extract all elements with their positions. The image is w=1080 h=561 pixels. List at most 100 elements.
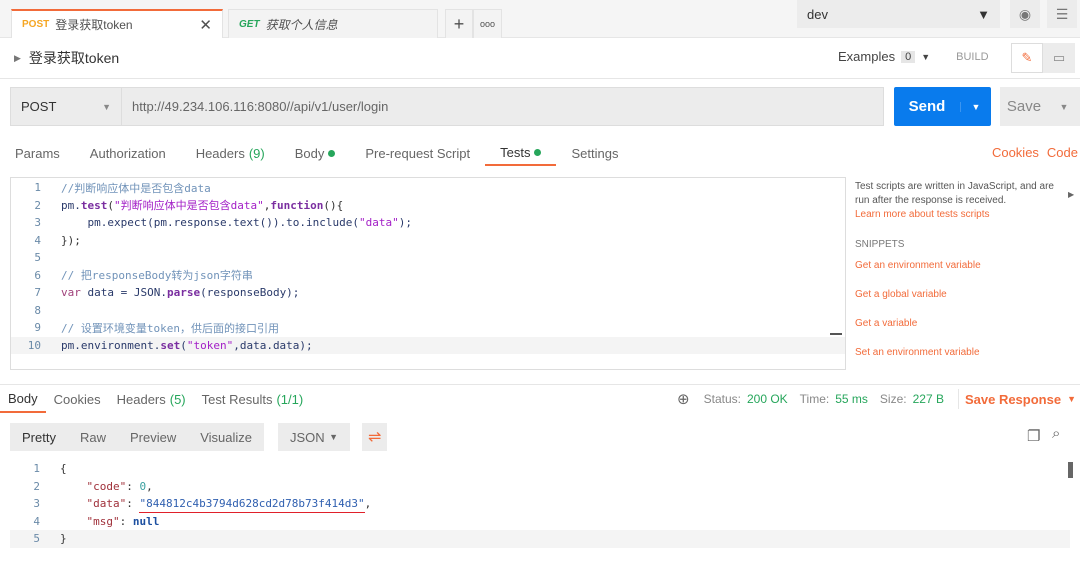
response-body[interactable]: 1{2 "code": 0, 3 "data": "844812c4b3794d6… [10, 460, 1070, 548]
caret-down-icon[interactable]: ▼ [921, 52, 930, 62]
size-value: 227 B [912, 392, 944, 406]
save-button[interactable]: Save ▼ [1000, 87, 1080, 126]
code-token: pm.expect(pm.response.text()).to.include… [61, 216, 360, 230]
line-number: 5 [34, 251, 41, 265]
code-line: 7 var data = JSON.parse(responseBody); [11, 284, 845, 302]
snippet-link[interactable]: Get a variable [855, 317, 1075, 331]
line-number: 9 [34, 321, 41, 335]
manage-environments-button[interactable]: ☰ [1047, 0, 1077, 28]
method-select[interactable]: POST ▼ [10, 87, 122, 126]
code-token: "token" [186, 338, 234, 352]
tab-headers[interactable]: Headers (9) [181, 140, 280, 166]
tests-script-editor[interactable]: 1//判断响应体中是否包含data 2 pm.test("判断响应体中是否包含dat… [10, 177, 846, 370]
learn-more-link[interactable]: Learn more about tests scripts [855, 208, 1075, 222]
cookies-link[interactable]: Cookies [992, 145, 1039, 160]
wrap-lines-button[interactable]: ⇌ [362, 423, 388, 451]
line-number: 4 [33, 514, 40, 528]
code-text: // 设置环境变量token，供后面的接口引用 [45, 320, 279, 336]
line-number: 6 [34, 268, 41, 282]
more-tabs-button[interactable]: ooo [473, 9, 502, 38]
code-line: 4 "msg": null [10, 513, 1070, 531]
code-line: 2 "code": 0, [10, 478, 1070, 496]
code-line: 9 // 设置环境变量token，供后面的接口引用 [11, 319, 845, 337]
line-number: 2 [33, 479, 40, 493]
response-tab-body[interactable]: Body [0, 385, 46, 413]
tab-profile[interactable]: GET 获取个人信息 [228, 9, 438, 38]
code-text: //判断响应体中是否包含data [45, 180, 211, 196]
tab-body[interactable]: Body [280, 140, 351, 166]
snippet-link[interactable]: Get an environment variable [855, 259, 1075, 273]
format-type-value: JSON [290, 429, 325, 445]
comments-button[interactable]: ▭ [1043, 43, 1075, 73]
code-text: pm.test("判断响应体中是否包含data",function(){ [45, 197, 343, 213]
code-token: "844812c4b3794d628cd2d78b73f414d3" [139, 497, 365, 514]
tab-label: Test Results [201, 391, 273, 407]
format-raw[interactable]: Raw [67, 423, 118, 451]
code-token: , [146, 479, 153, 493]
snippet-link[interactable]: Get a global variable [855, 288, 1075, 302]
wrap-icon: ⇌ [368, 429, 382, 446]
time-label: Time: [799, 392, 830, 406]
tab-authorization[interactable]: Authorization [75, 140, 181, 166]
code-line: 3 "data": "844812c4b3794d628cd2d78b73f41… [10, 495, 1070, 514]
snippet-link[interactable]: Set an environment variable [855, 346, 1075, 360]
caret-down-icon: ▼ [977, 6, 990, 22]
format-type-select[interactable]: JSON ▼ [278, 423, 350, 451]
tab-settings[interactable]: Settings [556, 140, 633, 166]
code-line: 2 pm.test("判断响应体中是否包含data",function(){ [11, 197, 845, 215]
code-token: ,data.data); [233, 338, 313, 352]
send-button[interactable]: Send ▼ [894, 87, 991, 126]
code-token: ( [180, 338, 187, 352]
code-token: , [364, 497, 372, 511]
url-input[interactable]: http://49.234.106.116:8080//api/v1/user/… [122, 87, 884, 126]
code-line: 1 //判断响应体中是否包含data [11, 179, 845, 197]
tab-pre-request-script[interactable]: Pre-request Script [350, 140, 485, 166]
format-visualize[interactable]: Visualize [188, 423, 265, 451]
response-tab-test-results[interactable]: Test Results (1/1) [194, 385, 312, 413]
code-token: test [80, 199, 108, 213]
code-token: (responseBody); [200, 286, 300, 300]
caret-down-icon[interactable]: ▼ [1067, 394, 1076, 404]
editor-scrollbar[interactable] [830, 333, 842, 335]
caret-down-icon[interactable]: ▼ [960, 101, 991, 112]
tab-tests[interactable]: Tests [485, 140, 557, 166]
code-text: // 把responseBody转为json字符串 [45, 267, 253, 283]
caret-down-icon[interactable]: ▼ [1048, 102, 1080, 112]
code-token: "msg" [60, 514, 120, 528]
status-value: 200 OK [746, 392, 788, 406]
code-token: "code" [60, 479, 127, 493]
line-number: 8 [34, 303, 41, 317]
response-tab-cookies[interactable]: Cookies [46, 385, 109, 413]
copy-icon[interactable]: ❐ [1027, 427, 1040, 445]
code-link[interactable]: Code [1047, 145, 1078, 160]
tab-label: Cookies [53, 391, 101, 407]
line-number: 4 [34, 233, 41, 247]
format-preview[interactable]: Preview [117, 423, 189, 451]
tab-login[interactable]: POST 登录获取token ✕ [11, 9, 223, 38]
code-token: parse [166, 286, 201, 300]
tab-count: (1/1) [276, 391, 304, 407]
search-icon[interactable]: ⌕ [1052, 425, 1060, 442]
response-scrollbar[interactable] [1068, 462, 1073, 478]
environment-select[interactable]: dev ▼ [797, 0, 1000, 28]
response-tab-headers[interactable]: Headers (5) [109, 385, 194, 413]
request-name[interactable]: ▶ 登录获取token [14, 48, 119, 68]
save-response-button[interactable]: Save Response [965, 392, 1061, 407]
code-text: "data": "844812c4b3794d628cd2d78b73f414d… [44, 497, 372, 514]
format-pretty[interactable]: Pretty [10, 423, 68, 451]
globe-icon[interactable]: ⊕ [677, 390, 690, 408]
tab-params[interactable]: Params [0, 140, 75, 166]
line-number: 5 [33, 532, 40, 546]
examples-label[interactable]: Examples [838, 49, 895, 64]
code-token: "data" [359, 216, 399, 230]
close-icon[interactable]: ✕ [199, 16, 212, 34]
code-text: pm.environment.set("token",data.data); [45, 339, 313, 352]
tab-label: Pre-request Script [365, 145, 471, 161]
edit-button[interactable]: ✎ [1011, 43, 1043, 73]
snippets-title: SNIPPETS [855, 239, 905, 250]
new-tab-button[interactable]: + [445, 9, 473, 38]
caret-right-icon[interactable]: ▶ [1068, 190, 1074, 199]
environment-quick-look-button[interactable]: ◉ [1010, 0, 1040, 28]
build-mode[interactable]: BUILD [956, 51, 988, 63]
line-number: 3 [34, 216, 41, 230]
